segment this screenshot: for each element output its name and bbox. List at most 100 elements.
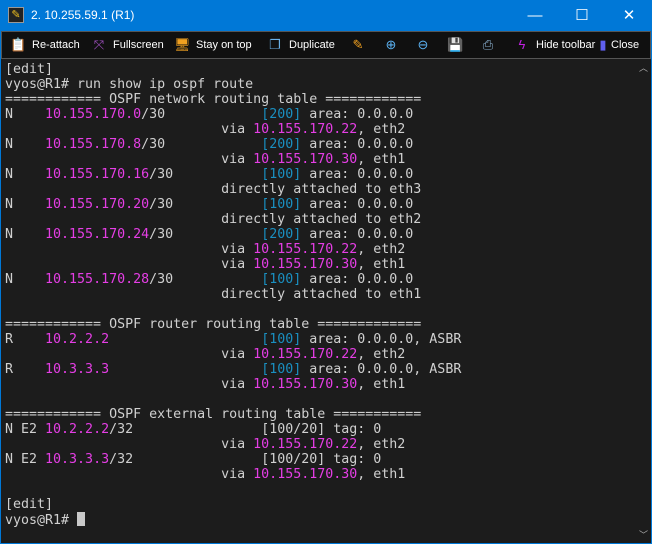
ip-address: 10.155.170.30 [253,377,358,392]
terminal-text: via [5,122,254,137]
fullscreen-button[interactable]: ⤧ Fullscreen [91,32,164,58]
terminal-text: area: 0.0.0.0 [301,137,414,152]
stay-on-top-label: Stay on top [196,39,252,51]
terminal-line: N 10.155.170.0/30 [200] area: 0.0.0.0 [5,107,461,122]
terminal-text: , eth1 [357,467,406,482]
hide-toolbar-button[interactable]: ϟ Hide toolbar [514,32,596,58]
terminal-line: ============ OSPF external routing table… [5,407,461,422]
title-bar: ✎ 2. 10.255.59.1 (R1) — ☐ ✕ [0,0,652,31]
terminal-text: , eth1 [357,152,406,167]
terminal-text: area: 0.0.0.0, ASBR [301,362,462,377]
maximize-button[interactable]: ☐ [559,0,605,31]
edit-button[interactable]: ✎ [350,32,372,58]
terminal-cursor [77,512,86,526]
terminal-text: [100/20] tag: 0 [261,452,382,467]
ip-address: 10.2.2.2 [45,422,110,437]
save-button[interactable]: 💾 [447,32,469,58]
terminal-text: R [5,332,46,347]
key-icon: ✎ [8,7,24,23]
zoom-in-button[interactable]: ⊕ [383,32,405,58]
terminal-line: via 10.155.170.30, eth1 [5,377,461,392]
ip-address: 10.155.170.8 [45,137,142,152]
terminal-text: vyos@R1# run show ip ospf route [5,77,254,92]
ip-address: 10.155.170.22 [253,437,358,452]
minimize-button[interactable]: — [512,0,558,31]
terminal-text: via [5,242,254,257]
terminal-text: via [5,347,254,362]
terminal-text: /30 [149,167,262,182]
fullscreen-icon: ⤧ [93,37,105,52]
route-metric: [200] [261,137,302,152]
terminal-line: ============ OSPF router routing table =… [5,317,461,332]
ip-address: 10.3.3.3 [45,362,110,377]
terminal-line: N 10.155.170.20/30 [100] area: 0.0.0.0 [5,197,461,212]
terminal-text: N [5,227,46,242]
ip-address: 10.2.2.2 [45,332,110,347]
close-button[interactable]: ▮ Close [599,32,639,58]
close-label: Close [611,39,640,51]
route-metric: [200] [261,227,302,242]
fullscreen-label: Fullscreen [113,39,164,51]
terminal-text: via [5,257,254,272]
close-window-button[interactable]: ✕ [606,0,652,31]
terminal-text: directly attached to eth3 [5,182,422,197]
terminal-text: /32 [109,422,262,437]
print-button[interactable]: ⎙ [480,32,502,58]
terminal-line: [edit] [5,497,461,512]
scroll-up-arrow[interactable]: ︿ [639,61,648,74]
terminal-line: vyos@R1# run show ip ospf route [5,77,461,92]
terminal-text: , eth2 [357,437,406,452]
route-metric: [100] [261,332,302,347]
duplicate-button[interactable]: ❐ Duplicate [267,32,335,58]
terminal-line: via 10.155.170.30, eth1 [5,467,461,482]
reattach-button[interactable]: 📋 Re-attach [10,32,80,58]
window-title: 2. 10.255.59.1 (R1) [31,8,135,22]
terminal-text: via [5,467,254,482]
ip-address: 10.155.170.16 [45,167,150,182]
terminal-text: ============ OSPF router routing table =… [5,317,422,332]
terminal-text: N [5,197,46,212]
scroll-down-arrow[interactable]: ﹀ [639,528,648,541]
ip-address: 10.155.170.22 [253,242,358,257]
save-icon: 💾 [447,37,464,52]
terminal-line: via 10.155.170.22, eth2 [5,122,461,137]
stay-on-top-button[interactable]: 🖥 Stay on top [174,32,252,58]
terminal-line: R 10.2.2.2 [100] area: 0.0.0.0, ASBR [5,332,461,347]
terminal-text: N [5,107,46,122]
reattach-label: Re-attach [32,39,80,51]
route-metric: [100] [261,272,302,287]
terminal-text: R [5,362,46,377]
terminal-line: N 10.155.170.28/30 [100] area: 0.0.0.0 [5,272,461,287]
terminal-output: [edit] vyos@R1# run show ip ospf route ===… [5,62,461,528]
terminal-text: [100/20] tag: 0 [261,422,382,437]
ip-address: 10.155.170.28 [45,272,150,287]
route-metric: [100] [261,362,302,377]
terminal-text: ============ OSPF external routing table… [5,407,422,422]
terminal-text: N E2 [5,422,46,437]
duplicate-label: Duplicate [289,39,335,51]
route-metric: [100] [261,197,302,212]
terminal-line: directly attached to eth2 [5,212,461,227]
ip-address: 10.155.170.30 [253,152,358,167]
terminal-line: directly attached to eth1 [5,287,461,302]
terminal-text: /30 [141,137,262,152]
zoom-out-button[interactable]: ⊖ [415,32,437,58]
terminal-line: via 10.155.170.30, eth1 [5,257,461,272]
terminal-line: R 10.3.3.3 [100] area: 0.0.0.0, ASBR [5,362,461,377]
terminal-text: /32 [109,452,262,467]
terminal-line: via 10.155.170.22, eth2 [5,242,461,257]
terminal[interactable]: [edit] vyos@R1# run show ip ospf route ===… [1,59,651,543]
terminal-text: , eth1 [357,257,406,272]
terminal-line: N E2 10.2.2.2/32 [100/20] tag: 0 [5,422,461,437]
terminal-line: via 10.155.170.22, eth2 [5,437,461,452]
terminal-text: , eth2 [357,242,406,257]
terminal-text: /30 [149,272,262,287]
terminal-line: vyos@R1# [5,512,461,528]
terminal-line: directly attached to eth3 [5,182,461,197]
terminal-text: [edit] [5,497,54,512]
terminal-text: N [5,272,46,287]
ip-address: 10.155.170.24 [45,227,150,242]
terminal-line: N 10.155.170.16/30 [100] area: 0.0.0.0 [5,167,461,182]
